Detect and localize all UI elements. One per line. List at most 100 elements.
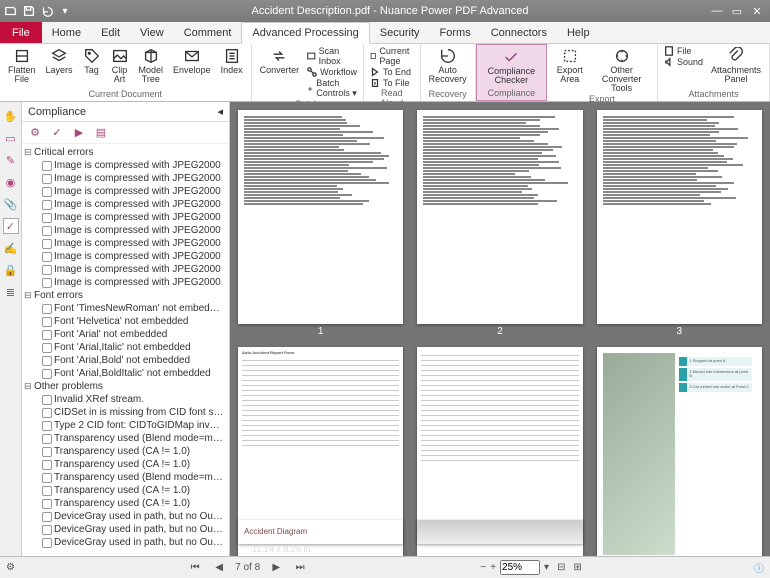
tree-group[interactable]: Font errors xyxy=(22,289,229,302)
info-icon[interactable]: ⓘ xyxy=(754,560,764,575)
to-file-button[interactable]: To File xyxy=(370,78,414,88)
tree-item[interactable]: Transparency used (Blend mode=multiply) xyxy=(22,471,229,484)
status-options-icon[interactable]: ⚙ xyxy=(6,562,15,573)
fit-page-icon[interactable]: ⊞ xyxy=(573,562,581,573)
panel-run-icon[interactable]: ▶ xyxy=(70,124,88,142)
scan-inbox-button[interactable]: Scan Inbox xyxy=(307,46,357,66)
tree-item[interactable]: Image is compressed with JPEG2000 xyxy=(22,224,229,237)
layers-button[interactable]: Layers xyxy=(44,46,75,76)
tree-item[interactable]: Image is compressed with JPEG2000 xyxy=(22,211,229,224)
tree-item[interactable]: Transparency used (Blend mode=multiply) xyxy=(22,432,229,445)
current-page-button[interactable]: Current Page xyxy=(370,46,414,66)
next-page-button[interactable]: ▶ xyxy=(268,562,284,573)
tree-item[interactable]: Image is compressed with JPEG2000 xyxy=(22,250,229,263)
stamp-tool-icon[interactable]: ◉ xyxy=(3,174,19,190)
tree-item[interactable]: DeviceGray used in path, but no OutputIn… xyxy=(22,510,229,523)
tree-item[interactable]: Font 'Arial' not embedded xyxy=(22,328,229,341)
qat-undo-icon[interactable] xyxy=(40,4,54,18)
tree-item[interactable]: Image is compressed with JPEG2000 xyxy=(22,159,229,172)
index-button[interactable]: Index xyxy=(219,46,245,76)
tree-item[interactable]: Font 'Arial,Bold' not embedded xyxy=(22,354,229,367)
layers-tool-icon[interactable]: ≣ xyxy=(3,284,19,300)
flatten-file-button[interactable]: Flatten File xyxy=(6,46,38,85)
compliance-checker-button[interactable]: Compliance Checker xyxy=(483,47,540,86)
tree-item[interactable]: Image is compressed with JPEG2000 xyxy=(22,237,229,250)
qat-more-icon[interactable]: ▾ xyxy=(58,4,72,18)
prev-page-button[interactable]: ◀ xyxy=(211,562,227,573)
zoom-dropdown-icon[interactable]: ▾ xyxy=(544,562,549,573)
tree-group[interactable]: Other problems xyxy=(22,380,229,393)
attach-sound-button[interactable]: Sound xyxy=(664,57,703,67)
compliance-panel-icon[interactable]: ✓ xyxy=(3,218,19,234)
attach-file-button[interactable]: File xyxy=(664,46,703,56)
export-area-button[interactable]: Export Area xyxy=(553,46,586,85)
tree-item[interactable]: Invalid XRef stream. xyxy=(22,393,229,406)
qat-save-icon[interactable] xyxy=(22,4,36,18)
panel-check-icon[interactable]: ✓ xyxy=(48,124,66,142)
clip-art-button[interactable]: Clip Art xyxy=(109,46,131,85)
security-tool-icon[interactable]: 🔒 xyxy=(3,262,19,278)
tag-button[interactable]: Tag xyxy=(81,46,103,76)
tree-item[interactable]: Image is compressed with JPEG2000 xyxy=(22,172,229,185)
attachment-tool-icon[interactable]: 📎 xyxy=(3,196,19,212)
panel-options-icon[interactable]: ⚙ xyxy=(26,124,44,142)
tree-item[interactable]: Font 'TimesNewRoman' not embedded xyxy=(22,302,229,315)
comment-tool-icon[interactable]: ✎ xyxy=(3,152,19,168)
close-button[interactable]: ✕ xyxy=(748,5,766,18)
minimize-button[interactable]: — xyxy=(708,5,726,18)
tab-help[interactable]: Help xyxy=(557,22,600,43)
first-page-button[interactable]: ⏮ xyxy=(187,562,203,573)
other-converter-tools-button[interactable]: Other Converter Tools xyxy=(592,46,651,94)
tab-file[interactable]: File xyxy=(0,22,42,43)
tree-item[interactable]: Image is compressed with JPEG2000 xyxy=(22,276,229,289)
workflow-button[interactable]: Workflow xyxy=(307,67,357,77)
zoom-in-button[interactable]: + xyxy=(490,562,496,573)
tree-group[interactable]: Critical errors xyxy=(22,146,229,159)
attachments-panel-button[interactable]: Attachments Panel xyxy=(709,46,763,85)
tree-item[interactable]: Transparency used (CA != 1.0) xyxy=(22,484,229,497)
last-page-button[interactable]: ⏭ xyxy=(292,562,308,573)
page-thumbnail-3[interactable] xyxy=(597,110,762,324)
page-thumbnail-8[interactable] xyxy=(417,520,582,544)
tree-item[interactable]: Image is compressed with JPEG2000 xyxy=(22,185,229,198)
qat-open-icon[interactable] xyxy=(4,4,18,18)
tab-view[interactable]: View xyxy=(130,22,174,43)
tree-item[interactable]: DeviceGray used in path, but no OutputIn… xyxy=(22,536,229,549)
tab-edit[interactable]: Edit xyxy=(91,22,130,43)
tab-advanced-processing[interactable]: Advanced Processing xyxy=(241,22,369,44)
signature-tool-icon[interactable]: ✍ xyxy=(3,240,19,256)
zoom-input[interactable] xyxy=(500,560,540,575)
tree-item[interactable]: Transparency used (CA != 1.0) xyxy=(22,497,229,510)
page-thumbnail-1[interactable] xyxy=(238,110,403,324)
tree-item[interactable]: Image is compressed with JPEG2000 xyxy=(22,198,229,211)
tree-item[interactable]: Transparency used (CA != 1.0) xyxy=(22,445,229,458)
hand-tool-icon[interactable]: ✋ xyxy=(3,108,19,124)
tree-item[interactable]: Transparency used (CA != 1.0) xyxy=(22,458,229,471)
to-end-button[interactable]: To End xyxy=(370,67,414,77)
tree-item[interactable]: DeviceGray used in path, but no OutputIn… xyxy=(22,523,229,536)
tab-security[interactable]: Security xyxy=(370,22,430,43)
panel-report-icon[interactable]: ▤ xyxy=(92,124,110,142)
tree-item[interactable]: Font 'Arial,Italic' not embedded xyxy=(22,341,229,354)
auto-recovery-button[interactable]: Auto Recovery xyxy=(427,46,469,85)
tree-item[interactable]: CIDSet in is missing from CID font subse… xyxy=(22,406,229,419)
select-tool-icon[interactable]: ▭ xyxy=(3,130,19,146)
panel-collapse-icon[interactable]: ◂ xyxy=(217,105,223,118)
zoom-out-button[interactable]: − xyxy=(480,562,486,573)
batch-controls-button[interactable]: Batch Controls ▾ xyxy=(307,78,357,99)
tree-item[interactable]: Image is compressed with JPEG2000 xyxy=(22,263,229,276)
envelope-button[interactable]: Envelope xyxy=(171,46,213,76)
page-thumbnail-7[interactable]: Accident Diagram xyxy=(238,520,403,544)
tree-item[interactable]: Type 2 CID font: CIDToGIDMap invalid or … xyxy=(22,419,229,432)
page-thumbnail-2[interactable] xyxy=(417,110,582,324)
tab-home[interactable]: Home xyxy=(42,22,91,43)
document-area[interactable]: 123Auto Accident Report Form451 Stopped … xyxy=(230,102,770,556)
tab-forms[interactable]: Forms xyxy=(430,22,481,43)
tree-item[interactable]: Font 'Arial,BoldItalic' not embedded xyxy=(22,367,229,380)
tab-comment[interactable]: Comment xyxy=(174,22,242,43)
compliance-tree[interactable]: Critical errorsImage is compressed with … xyxy=(22,144,229,556)
tree-item[interactable]: Font 'Helvetica' not embedded xyxy=(22,315,229,328)
fit-width-icon[interactable]: ⊟ xyxy=(557,562,565,573)
model-tree-button[interactable]: Model Tree xyxy=(137,46,166,85)
converter-button[interactable]: Converter xyxy=(258,46,302,76)
